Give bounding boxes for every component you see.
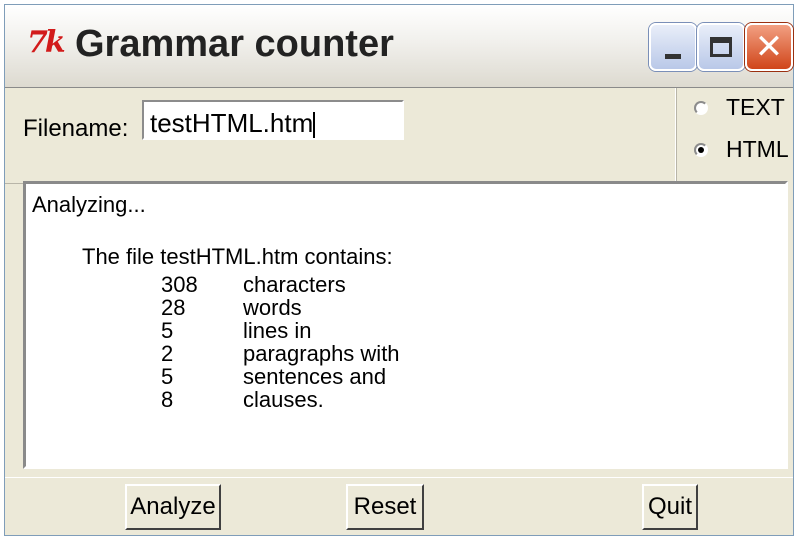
text-caret bbox=[313, 112, 316, 139]
filename-input[interactable]: testHTML.htm bbox=[142, 100, 404, 140]
title-bar[interactable]: 7k Grammar counter ✕ bbox=[5, 5, 793, 88]
maximize-icon bbox=[710, 37, 732, 57]
stat-count: 2 bbox=[161, 341, 174, 366]
stat-count: 308 bbox=[161, 272, 198, 297]
stat-row-words: 28 words bbox=[161, 295, 400, 320]
radio-text-indicator[interactable] bbox=[694, 100, 708, 115]
radio-html-label: HTML bbox=[726, 136, 789, 162]
quit-button[interactable]: Quit bbox=[642, 484, 698, 530]
app-window: 7k Grammar counter ✕ Filename: testHTML.… bbox=[4, 4, 794, 536]
radio-html[interactable]: HTML bbox=[694, 136, 789, 163]
status-text: Analyzing... bbox=[32, 192, 146, 217]
close-button[interactable]: ✕ bbox=[745, 23, 793, 71]
stat-label: lines in bbox=[243, 318, 312, 343]
minimize-button[interactable] bbox=[649, 23, 697, 71]
stat-label: clauses. bbox=[243, 387, 324, 412]
output-text-area[interactable]: Analyzing... The file testHTML.htm conta… bbox=[23, 181, 788, 469]
radio-text-label: TEXT bbox=[726, 94, 785, 120]
stat-row-clauses: 8 clauses. bbox=[161, 387, 400, 412]
minimize-icon bbox=[665, 53, 681, 59]
stat-row-characters: 308 characters bbox=[161, 272, 400, 297]
stat-label: words bbox=[243, 295, 302, 320]
summary-text: The file testHTML.htm contains: bbox=[82, 244, 393, 269]
stat-label: paragraphs with bbox=[243, 341, 400, 366]
window-title: Grammar counter bbox=[75, 23, 394, 65]
filename-value: testHTML.htm bbox=[150, 108, 314, 138]
analyze-button[interactable]: Analyze bbox=[125, 484, 221, 530]
stat-count: 28 bbox=[161, 295, 186, 320]
filename-label: Filename: bbox=[23, 115, 129, 142]
tk-logo-icon: 7k bbox=[27, 25, 66, 60]
stat-count: 8 bbox=[161, 387, 174, 412]
stat-row-sentences: 5 sentences and bbox=[161, 364, 400, 389]
stat-count: 5 bbox=[161, 364, 174, 389]
radio-text[interactable]: TEXT bbox=[694, 94, 785, 121]
stat-row-paragraphs: 2 paragraphs with bbox=[161, 341, 400, 366]
maximize-button[interactable] bbox=[697, 23, 745, 71]
stats-list: 308 characters 28 words 5 lines in 2 paragra… bbox=[161, 272, 400, 412]
mode-radio-group: TEXT HTML bbox=[675, 88, 794, 183]
stat-label: sentences and bbox=[243, 364, 387, 389]
close-icon: ✕ bbox=[754, 27, 784, 67]
reset-button[interactable]: Reset bbox=[346, 484, 424, 530]
stat-row-lines: 5 lines in bbox=[161, 318, 400, 343]
stat-count: 5 bbox=[161, 318, 174, 343]
stat-label: characters bbox=[243, 272, 346, 297]
radio-html-indicator[interactable] bbox=[694, 142, 708, 157]
